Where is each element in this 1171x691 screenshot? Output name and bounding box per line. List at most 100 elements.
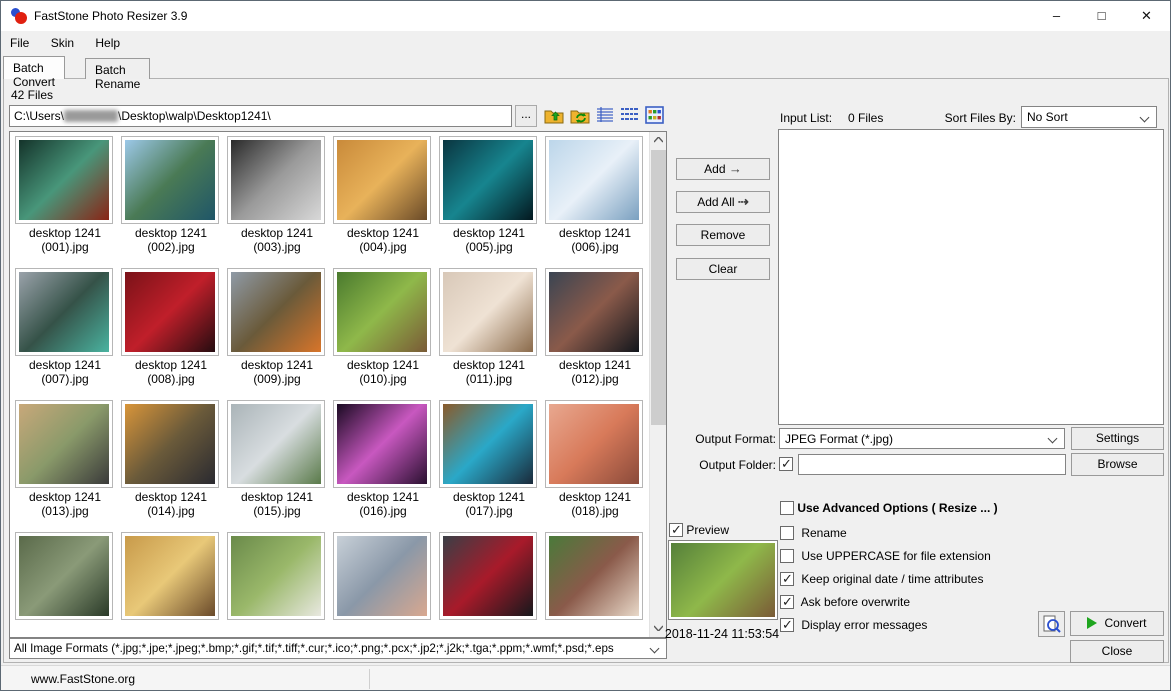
browse-button[interactable]: Browse xyxy=(1071,453,1164,476)
thumbnail-image-frame[interactable] xyxy=(121,268,219,356)
thumbnail-image[interactable] xyxy=(337,404,427,484)
thumbnail-image-frame[interactable] xyxy=(227,532,325,620)
thumbnail-image-frame[interactable] xyxy=(227,268,325,356)
menu-item-help[interactable]: Help xyxy=(86,31,129,56)
refresh-button[interactable] xyxy=(570,106,590,126)
advanced-options-checkbox[interactable] xyxy=(780,501,794,515)
thumbnail-cell[interactable]: desktop 1241 (006).jpg xyxy=(545,136,645,254)
thumbnail-image[interactable] xyxy=(549,404,639,484)
thumbnail-image-frame[interactable] xyxy=(545,136,643,224)
thumbnail-image-frame[interactable] xyxy=(439,400,537,488)
thumbnail-image-frame[interactable] xyxy=(15,136,113,224)
thumbnail-image-frame[interactable] xyxy=(121,136,219,224)
option-row[interactable]: Keep original date / time attributes xyxy=(780,572,991,595)
tab-batch-convert[interactable]: Batch Convert xyxy=(3,56,65,79)
thumbnail-cell[interactable]: desktop 1241 (011).jpg xyxy=(439,268,539,386)
thumbnail-image[interactable] xyxy=(19,536,109,616)
output-format-select[interactable]: JPEG Format (*.jpg) xyxy=(779,428,1065,449)
thumbnail-image[interactable] xyxy=(337,272,427,352)
option-checkbox[interactable] xyxy=(780,526,794,540)
thumbnail-image-frame[interactable] xyxy=(227,136,325,224)
thumbnail-image[interactable] xyxy=(549,140,639,220)
thumbnail-cell[interactable]: desktop 1241 (015).jpg xyxy=(227,400,327,518)
output-folder-checkbox[interactable] xyxy=(779,457,793,471)
clear-button[interactable]: Clear xyxy=(676,258,770,280)
close-button[interactable]: Close xyxy=(1070,640,1164,663)
menu-item-skin[interactable]: Skin xyxy=(42,31,83,56)
thumbnail-cell[interactable]: desktop 1241 (014).jpg xyxy=(121,400,221,518)
option-row[interactable]: Use UPPERCASE for file extension xyxy=(780,549,991,572)
thumbnail-image[interactable] xyxy=(125,404,215,484)
thumbnail-image[interactable] xyxy=(125,272,215,352)
thumbnail-image[interactable] xyxy=(19,404,109,484)
input-file-list[interactable] xyxy=(778,129,1164,425)
thumbnail-cell[interactable]: desktop 1241 (003).jpg xyxy=(227,136,327,254)
thumbnail-image[interactable] xyxy=(337,536,427,616)
thumbnail-image[interactable] xyxy=(231,272,321,352)
remove-button[interactable]: Remove xyxy=(676,224,770,246)
thumbnail-image[interactable] xyxy=(549,272,639,352)
settings-button[interactable]: Settings xyxy=(1071,427,1164,450)
thumbnail-cell[interactable] xyxy=(545,532,645,622)
thumbnail-image-frame[interactable] xyxy=(545,400,643,488)
thumbnail-cell[interactable]: desktop 1241 (008).jpg xyxy=(121,268,221,386)
thumbnail-image[interactable] xyxy=(337,140,427,220)
option-checkbox[interactable] xyxy=(780,572,794,586)
thumbnail-image-frame[interactable] xyxy=(121,400,219,488)
thumbnail-image[interactable] xyxy=(443,404,533,484)
convert-button[interactable]: Convert xyxy=(1070,611,1164,636)
folder-up-button[interactable] xyxy=(544,106,564,126)
option-row[interactable]: Rename xyxy=(780,526,991,549)
thumbnail-cell[interactable]: desktop 1241 (007).jpg xyxy=(15,268,115,386)
statusbar-site-link[interactable]: www.FastStone.org xyxy=(31,672,135,686)
preview-zoom-button[interactable] xyxy=(1038,611,1065,637)
output-folder-input[interactable] xyxy=(798,454,1066,475)
thumbnail-cell[interactable] xyxy=(121,532,221,622)
thumbnail-cell[interactable]: desktop 1241 (016).jpg xyxy=(333,400,433,518)
option-row[interactable]: Ask before overwrite xyxy=(780,595,991,618)
thumbnail-image[interactable] xyxy=(549,536,639,616)
thumbnail-image-frame[interactable] xyxy=(545,268,643,356)
scroll-up-button[interactable] xyxy=(650,132,667,149)
maximize-button[interactable]: □ xyxy=(1079,1,1124,31)
thumbnail-cell[interactable] xyxy=(439,532,539,622)
option-row[interactable]: Display error messages xyxy=(780,618,991,641)
thumbnail-cell[interactable]: desktop 1241 (005).jpg xyxy=(439,136,539,254)
thumbnail-image-frame[interactable] xyxy=(15,400,113,488)
thumbnail-cell[interactable]: desktop 1241 (009).jpg xyxy=(227,268,327,386)
thumbnail-cell[interactable]: desktop 1241 (004).jpg xyxy=(333,136,433,254)
thumbnail-image[interactable] xyxy=(231,404,321,484)
thumbnail-cell[interactable]: desktop 1241 (002).jpg xyxy=(121,136,221,254)
thumbnail-cell[interactable] xyxy=(15,532,115,622)
thumbnail-cell[interactable] xyxy=(227,532,327,622)
thumbnail-image-frame[interactable] xyxy=(333,400,431,488)
sort-select[interactable]: No Sort xyxy=(1021,106,1157,128)
preview-row[interactable]: Preview xyxy=(669,523,729,537)
thumbnail-image-frame[interactable] xyxy=(439,268,537,356)
thumbnail-image-frame[interactable] xyxy=(121,532,219,620)
thumbnail-cell[interactable]: desktop 1241 (017).jpg xyxy=(439,400,539,518)
list-view-button[interactable] xyxy=(620,106,640,126)
thumbnail-image-frame[interactable] xyxy=(545,532,643,620)
thumbnail-image-frame[interactable] xyxy=(439,136,537,224)
scrollbar-thumb[interactable] xyxy=(651,150,666,425)
option-checkbox[interactable] xyxy=(780,595,794,609)
thumbnail-image[interactable] xyxy=(125,140,215,220)
thumbnail-image[interactable] xyxy=(19,140,109,220)
thumbnail-image[interactable] xyxy=(19,272,109,352)
details-view-button[interactable] xyxy=(596,106,616,126)
thumbnail-image[interactable] xyxy=(231,140,321,220)
thumbnail-view-button[interactable] xyxy=(645,106,665,126)
thumbnail-image-frame[interactable] xyxy=(227,400,325,488)
thumbnail-image[interactable] xyxy=(443,140,533,220)
thumbnail-image[interactable] xyxy=(231,536,321,616)
thumbnail-image-frame[interactable] xyxy=(333,136,431,224)
thumbnail-image-frame[interactable] xyxy=(15,532,113,620)
grid-scrollbar[interactable] xyxy=(649,132,666,637)
thumbnail-image[interactable] xyxy=(443,272,533,352)
path-input[interactable]: C:\Users\\Desktop\walp\Desktop1241\ xyxy=(9,105,512,127)
browse-path-button[interactable]: ... xyxy=(515,105,537,127)
thumbnail-image-frame[interactable] xyxy=(333,532,431,620)
format-filter-select[interactable]: All Image Formats (*.jpg;*.jpe;*.jpeg;*.… xyxy=(9,638,667,659)
thumbnail-image[interactable] xyxy=(125,536,215,616)
